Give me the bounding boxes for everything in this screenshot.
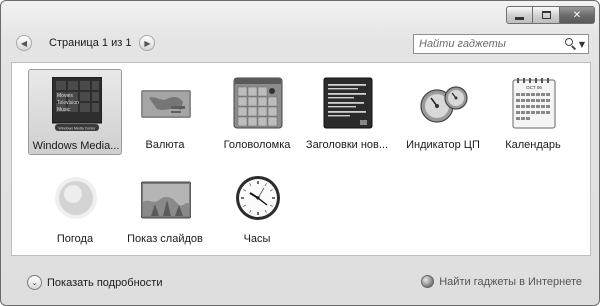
- gadget-item-clock[interactable]: Часы: [210, 163, 304, 249]
- show-details-button[interactable]: ⌄ Показать подробности: [27, 275, 162, 290]
- thumb-line-music: Music: [57, 107, 71, 113]
- gadget-label: Календарь: [505, 139, 561, 151]
- gadget-label: Часы: [243, 233, 271, 245]
- chevron-left-icon: ◀: [20, 38, 28, 48]
- gadget-label: Заголовки нов...: [305, 139, 389, 151]
- chevron-down-icon: ⌄: [31, 278, 38, 287]
- thumb-caption: Windows Media Center: [58, 126, 96, 130]
- close-icon: ✕: [572, 9, 582, 21]
- show-details-label: Показать подробности: [47, 276, 163, 289]
- get-gadgets-online-link[interactable]: Найти гаджеты в Интернете: [421, 275, 582, 288]
- gadget-label: Индикатор ЦП: [406, 139, 480, 151]
- maximize-icon: [541, 11, 551, 19]
- gadget-label: Windows Media...: [32, 140, 120, 152]
- maximize-button[interactable]: [533, 6, 560, 24]
- gadget-label: Головоломка: [223, 139, 291, 151]
- puzzle-icon: [233, 77, 283, 129]
- calendar-icon: OCT 06: [512, 78, 556, 129]
- gadget-item-slideshow[interactable]: Показ слайдов: [118, 163, 212, 249]
- gadget-item-news-headlines[interactable]: Заголовки нов...: [300, 69, 394, 155]
- gadget-item-cpu-meter[interactable]: Индикатор ЦП: [396, 69, 490, 155]
- search-input[interactable]: [414, 35, 562, 53]
- gadget-item-windows-media-center[interactable]: Movies Television Music Windows Media Ce…: [28, 69, 122, 155]
- gadget-label: Погода: [56, 233, 94, 245]
- gadget-item-currency[interactable]: Валюта: [118, 69, 212, 155]
- calendar-month: OCT 06: [526, 85, 542, 90]
- chevron-down-icon: ▼: [578, 39, 585, 49]
- currency-icon: [141, 90, 191, 118]
- pager: ◀ Страница 1 из 1 ▶: [16, 34, 156, 52]
- title-bar: ✕: [1, 1, 599, 29]
- gadget-gallery-window: ✕ ◀ Страница 1 из 1 ▶ ▼ Movies Televisio…: [0, 0, 600, 306]
- chevron-down-circle-icon: ⌄: [27, 275, 42, 290]
- gadget-item-calendar[interactable]: OCT 06 Календарь: [486, 69, 580, 155]
- gadget-item-puzzle[interactable]: Головоломка: [210, 69, 304, 155]
- footer: ⌄ Показать подробности Найти гаджеты в И…: [1, 263, 599, 303]
- search-icon[interactable]: [562, 35, 577, 53]
- prev-page-button[interactable]: ◀: [16, 35, 32, 51]
- chevron-right-icon: ▶: [144, 38, 151, 48]
- close-button[interactable]: ✕: [560, 6, 595, 24]
- gadget-label: Валюта: [145, 139, 185, 151]
- search-box: ▼: [413, 34, 589, 54]
- page-indicator: Страница 1 из 1: [49, 37, 132, 49]
- clock-icon: [236, 176, 280, 220]
- gadget-item-weather[interactable]: Погода: [28, 163, 122, 249]
- news-headlines-icon: [323, 77, 373, 129]
- get-gadgets-online-label: Найти гаджеты в Интернете: [439, 275, 582, 288]
- gadget-label: Показ слайдов: [127, 233, 203, 245]
- weather-icon: [55, 177, 97, 219]
- media-center-icon: Movies Television Music Windows Media Ce…: [52, 77, 102, 131]
- gadget-gallery: Movies Television Music Windows Media Ce…: [11, 62, 591, 256]
- search-dropdown-button[interactable]: ▼: [576, 40, 588, 49]
- slideshow-icon: [141, 181, 191, 219]
- minimize-button[interactable]: [506, 6, 533, 24]
- cpu-meter-icon: [420, 86, 468, 123]
- thumb-line-television: Television: [57, 100, 79, 106]
- thumb-line-movies: Movies: [57, 93, 73, 99]
- minimize-icon: [515, 17, 524, 20]
- globe-icon: [421, 275, 435, 288]
- next-page-button[interactable]: ▶: [139, 35, 156, 51]
